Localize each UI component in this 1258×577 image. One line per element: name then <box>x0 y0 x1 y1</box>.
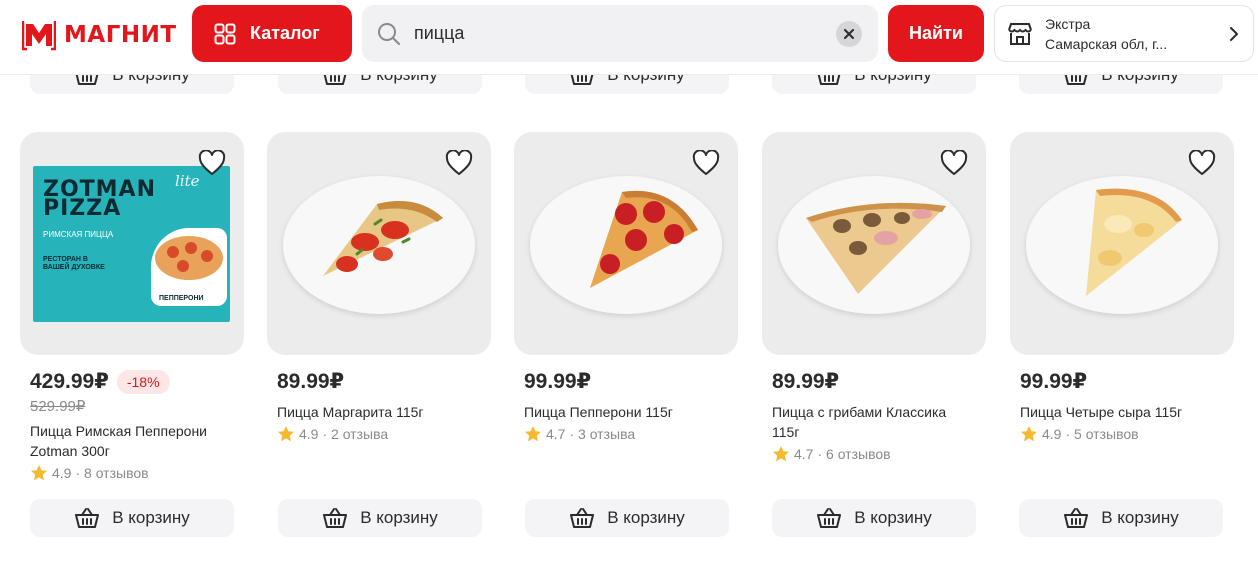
product-image[interactable]: ZOTMAN PIZZA lite РИМСКАЯ ПИЦЦА РЕСТОРАН… <box>20 132 244 355</box>
product-image[interactable] <box>514 132 738 355</box>
logo-text: МАГНИТ <box>64 22 177 48</box>
discount-badge: -18% <box>116 369 170 394</box>
reviews-count[interactable]: · 5 отзывов <box>1065 426 1138 442</box>
star-icon <box>773 446 789 462</box>
product-price: 429.99₽ <box>30 370 109 393</box>
product-image[interactable] <box>267 132 491 355</box>
product-price: 89.99₽ <box>277 370 345 393</box>
catalog-label: Каталог <box>250 23 320 43</box>
rating-value: 4.7 <box>546 426 566 442</box>
add-to-cart-button[interactable]: В корзину <box>772 499 976 537</box>
rating-value: 4.9 <box>299 426 319 442</box>
search-bar <box>362 5 878 62</box>
clear-search-button[interactable] <box>836 21 862 47</box>
catalog-button[interactable]: Каталог <box>192 5 352 62</box>
product-price: 99.99₽ <box>1020 370 1088 393</box>
add-to-cart-button[interactable]: В корзину <box>278 499 482 537</box>
reviews-count[interactable]: · 3 отзыва <box>569 426 635 442</box>
favorite-heart-icon[interactable] <box>1188 150 1216 176</box>
site-header: МАГНИТ Каталог Найти <box>0 0 1258 75</box>
rating-value: 4.9 <box>52 465 72 481</box>
star-icon <box>278 426 294 442</box>
basket-icon <box>75 508 100 528</box>
pizza-slices-image: ПЕППЕРОНИ <box>155 236 223 302</box>
star-icon <box>1021 426 1037 442</box>
add-to-cart-button[interactable]: В корзину <box>30 499 234 537</box>
package-pizza-photo: ПЕППЕРОНИ <box>151 228 227 306</box>
margherita-slice-image <box>323 201 443 276</box>
product-name[interactable]: Пицца Пепперони 115г <box>524 402 724 422</box>
package-brand: ZOTMAN PIZZA <box>43 177 156 221</box>
page: В корзину В корзину В корзину В корзину … <box>0 0 1258 577</box>
add-to-cart-button[interactable]: В корзину <box>1019 499 1223 537</box>
product-price: 89.99₽ <box>772 370 840 393</box>
magnit-logo[interactable]: МАГНИТ <box>22 18 177 52</box>
reviews-count[interactable]: · 6 отзывов <box>817 446 890 462</box>
grid-icon <box>214 23 236 44</box>
add-to-cart-button[interactable]: В корзину <box>525 499 729 537</box>
reviews-count[interactable]: · 8 отзывов <box>75 465 148 481</box>
package-tagline: РЕСТОРАН В ВАШЕЙ ДУХОВКЕ <box>43 256 105 271</box>
product-name[interactable]: Пицца Римская Пепперони Zotman 300г <box>30 421 230 461</box>
reviews-count[interactable]: · 2 отзыва <box>322 426 388 442</box>
store-address: Самарская обл, г... <box>1045 35 1168 52</box>
product-name[interactable]: Пицца Маргарита 115г <box>277 402 477 422</box>
find-button[interactable]: Найти <box>888 5 984 62</box>
product-card[interactable]: 89.99₽ Пицца с грибами Классика 115г 4.7… <box>762 132 986 463</box>
product-name[interactable]: Пицца Четыре сыра 115г <box>1020 402 1220 422</box>
product-name[interactable]: Пицца с грибами Классика 115г <box>772 402 972 442</box>
product-card[interactable]: 99.99₽ Пицца Четыре сыра 115г 4.9 · 5 от… <box>1010 132 1234 443</box>
add-to-cart-label: В корзину <box>112 508 190 527</box>
favorite-heart-icon[interactable] <box>445 150 473 176</box>
star-icon <box>31 465 47 481</box>
store-icon <box>1008 22 1032 45</box>
rating-value: 4.9 <box>1042 426 1062 442</box>
basket-icon <box>1064 508 1089 528</box>
package-subtitle: РИМСКАЯ ПИЦЦА <box>43 230 114 239</box>
add-to-cart-label: В корзину <box>360 508 438 527</box>
magnit-logo-icon <box>22 21 56 51</box>
basket-icon <box>570 508 595 528</box>
product-price: 99.99₽ <box>524 370 592 393</box>
product-card[interactable]: ZOTMAN PIZZA lite РИМСКАЯ ПИЦЦА РЕСТОРАН… <box>20 132 244 482</box>
product-rating: 4.9 · 8 отзывов <box>30 464 244 482</box>
add-to-cart-label: В корзину <box>607 508 685 527</box>
product-card[interactable]: 89.99₽ Пицца Маргарита 115г 4.9 · 2 отзы… <box>267 132 491 443</box>
product-rating: 4.7 · 3 отзыва <box>524 425 738 443</box>
close-icon <box>844 29 854 39</box>
basket-icon <box>817 508 842 528</box>
four-cheese-slice-image <box>1086 188 1182 296</box>
product-image[interactable] <box>762 132 986 355</box>
package-variant: ПЕППЕРОНИ <box>159 295 204 302</box>
basket-icon <box>323 508 348 528</box>
star-icon <box>525 426 541 442</box>
package-lite: lite <box>175 172 200 190</box>
favorite-heart-icon[interactable] <box>198 150 226 176</box>
old-price: 529.99₽ <box>30 398 86 415</box>
product-rating: 4.7 · 6 отзывов <box>772 445 986 463</box>
product-image[interactable] <box>1010 132 1234 355</box>
favorite-heart-icon[interactable] <box>692 150 720 176</box>
product-rating: 4.9 · 5 отзывов <box>1020 425 1234 443</box>
product-card[interactable]: 99.99₽ Пицца Пепперони 115г 4.7 · 3 отзы… <box>514 132 738 443</box>
pepperoni-slice-image <box>590 190 698 288</box>
zotman-package: ZOTMAN PIZZA lite РИМСКАЯ ПИЦЦА РЕСТОРАН… <box>33 166 230 322</box>
favorite-heart-icon[interactable] <box>940 150 968 176</box>
add-to-cart-label: В корзину <box>854 508 932 527</box>
search-icon <box>378 22 400 45</box>
store-selector[interactable]: Экстра Самарская обл, г... <box>994 5 1254 62</box>
add-to-cart-label: В корзину <box>1101 508 1179 527</box>
product-rating: 4.9 · 2 отзыва <box>277 425 491 443</box>
mushroom-slice-image <box>806 202 946 294</box>
chevron-right-icon <box>1230 27 1238 41</box>
find-label: Найти <box>909 23 963 43</box>
rating-value: 4.7 <box>794 446 814 462</box>
store-name: Экстра <box>1045 15 1091 32</box>
search-input[interactable] <box>414 23 814 44</box>
